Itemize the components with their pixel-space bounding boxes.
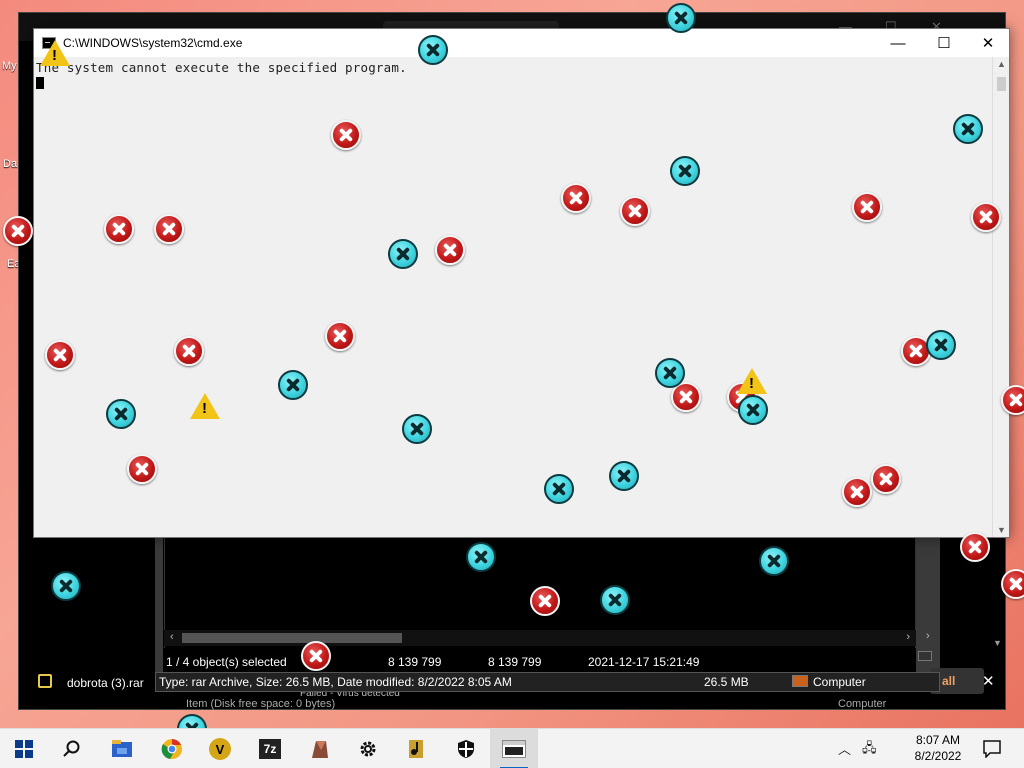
close-button[interactable]: ✕ (965, 29, 1011, 57)
error-x-icon (600, 585, 630, 615)
error-x-icon (655, 358, 685, 388)
file-info-location: Computer (813, 675, 866, 689)
network-icon[interactable]: 🖧 (862, 739, 877, 761)
error-x-icon (51, 571, 81, 601)
error-x-icon (544, 474, 574, 504)
error-x-icon (609, 461, 639, 491)
error-x-icon (45, 340, 75, 370)
rar-file-icon (38, 674, 52, 688)
file-info-text: Type: rar Archive, Size: 26.5 MB, Date m… (159, 675, 512, 689)
clock-date: 8/2/2022 (914, 749, 962, 763)
scroll-left-icon[interactable]: ‹ (170, 631, 174, 643)
error-x-icon (1001, 569, 1024, 599)
error-x-icon (174, 336, 204, 366)
scroll-down-icon[interactable]: ▼ (993, 638, 1002, 648)
maximize-button[interactable]: ☐ (921, 29, 967, 57)
error-x-icon (466, 542, 496, 572)
start-icon[interactable] (10, 735, 38, 763)
scroll-down-icon[interactable]: ▼ (997, 525, 1006, 535)
error-x-icon (127, 454, 157, 484)
error-x-icon (971, 202, 1001, 232)
error-x-icon (418, 35, 448, 65)
7zip-label: 7z (259, 739, 281, 759)
error-x-icon (388, 239, 418, 269)
file-info-bar: Type: rar Archive, Size: 26.5 MB, Date m… (155, 672, 940, 692)
media-icon[interactable] (402, 735, 430, 763)
v-app-label: V (209, 738, 231, 760)
error-x-icon (1001, 385, 1024, 415)
error-x-icon (670, 156, 700, 186)
desktop-icon-label[interactable]: Da (3, 158, 17, 170)
warning-icon: ! (40, 40, 70, 66)
error-x-icon (3, 216, 33, 246)
chrome-icon[interactable] (158, 735, 186, 763)
error-x-icon (953, 114, 983, 144)
error-x-icon (402, 414, 432, 444)
search-icon[interactable] (58, 735, 86, 763)
cmd-taskbar-button[interactable] (490, 729, 538, 768)
error-x-icon (960, 532, 990, 562)
warning-icon: ! (737, 368, 767, 394)
scroll-up-icon[interactable]: ▲ (997, 59, 1006, 69)
cmd-taskbar-icon (502, 740, 526, 758)
notifications-icon[interactable] (978, 735, 1006, 763)
defender-icon[interactable] (452, 735, 480, 763)
error-x-icon (331, 120, 361, 150)
error-x-icon (926, 330, 956, 360)
error-x-icon (871, 464, 901, 494)
console-output: The system cannot execute the specified … (36, 60, 407, 75)
computer-icon (792, 675, 808, 687)
v-app-icon[interactable]: V (206, 735, 234, 763)
error-x-icon (301, 641, 331, 671)
console-cursor (36, 77, 44, 89)
error-x-icon (325, 321, 355, 351)
file-name[interactable]: dobrota (3).rar (67, 676, 144, 690)
error-x-icon (278, 370, 308, 400)
error-x-icon (852, 192, 882, 222)
error-x-icon (759, 546, 789, 576)
chevron-up-icon[interactable]: ︿ (838, 739, 851, 758)
error-x-icon (104, 214, 134, 244)
scroll-right-icon[interactable]: › (906, 631, 910, 643)
file-explorer-icon[interactable] (108, 735, 136, 763)
close-icon[interactable]: ✕ (982, 672, 995, 690)
vertical-scrollbar[interactable]: ▲ ▼ (992, 57, 1009, 537)
winrar-icon[interactable] (305, 735, 333, 763)
file-info-size: 26.5 MB (704, 675, 749, 689)
scroll-right-icon[interactable]: › (926, 630, 930, 642)
7zip-icon[interactable]: 7z (256, 735, 284, 763)
error-x-icon (106, 399, 136, 429)
desktop-icon-label[interactable]: My (2, 60, 17, 72)
disk-free-text: Item (Disk free space: 0 bytes) (186, 698, 336, 710)
error-x-icon (435, 235, 465, 265)
settings-icon[interactable] (354, 735, 382, 763)
cmd-titlebar[interactable]: C:\WINDOWS\system32\cmd.exe — ☐ ✕ (34, 29, 1009, 57)
error-x-icon (842, 477, 872, 507)
error-x-icon (666, 3, 696, 33)
warning-icon: ! (190, 393, 220, 419)
show-all-label: all (942, 674, 956, 688)
clock[interactable]: 8:07 AM 8/2/2022 (912, 732, 964, 764)
error-x-icon (620, 196, 650, 226)
minimize-button[interactable]: — (875, 29, 921, 57)
cmd-title: C:\WINDOWS\system32\cmd.exe (63, 36, 243, 50)
taskbar: V 7z ︿ 🖧 8:07 AM 8/2/2022 (0, 728, 1024, 768)
scrollbar-thumb[interactable] (182, 633, 402, 643)
error-x-icon (738, 395, 768, 425)
computer-text: Computer (838, 698, 887, 710)
horizontal-scrollbar[interactable]: ‹ › (164, 630, 916, 646)
error-x-icon (154, 214, 184, 244)
scrollbar-thumb[interactable] (997, 77, 1006, 91)
clock-time: 8:07 AM (915, 733, 961, 747)
console-area[interactable]: The system cannot execute the specified … (34, 57, 992, 537)
error-x-icon (530, 586, 560, 616)
cmd-window: C:\WINDOWS\system32\cmd.exe — ☐ ✕ The sy… (33, 28, 1010, 538)
error-x-icon (561, 183, 591, 213)
